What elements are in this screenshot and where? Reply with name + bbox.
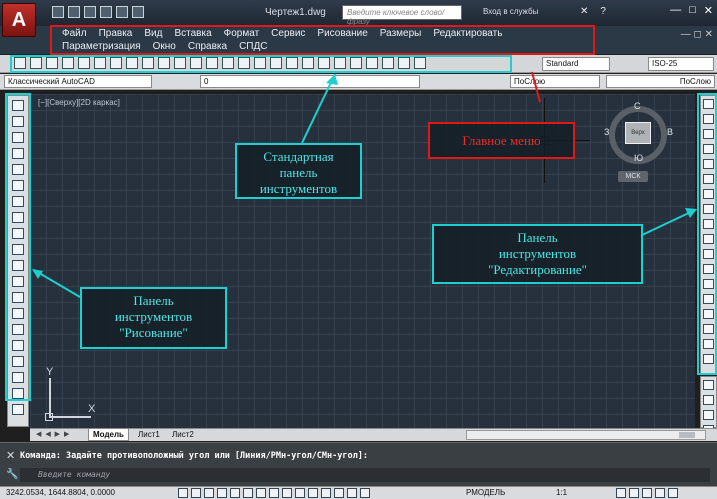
grid-icon[interactable] xyxy=(204,488,214,498)
callout-modify-line3: "Редактирование" xyxy=(488,262,587,277)
hardware-accel-icon[interactable] xyxy=(642,488,652,498)
lock-icon[interactable] xyxy=(629,488,639,498)
infer-constraints-icon[interactable] xyxy=(178,488,188,498)
snap-icon[interactable] xyxy=(191,488,201,498)
callout-standard-line2: панель xyxy=(279,165,318,180)
callout-standard-line1: Стандартная xyxy=(263,149,334,164)
status-right-tools xyxy=(616,488,678,498)
tab-navigation[interactable]: ◀ ◀ ▶ ▶ xyxy=(36,430,70,438)
callout-modify-line1: Панель xyxy=(517,230,558,245)
layout-tabs-bar: ◀ ◀ ▶ ▶ Модель Лист1 Лист2 xyxy=(30,428,717,441)
tab-sheet1[interactable]: Лист1 xyxy=(134,429,164,441)
annotation-monitor-icon[interactable] xyxy=(360,488,370,498)
isolate-objects-icon[interactable] xyxy=(655,488,665,498)
command-close-icon[interactable]: ✕ xyxy=(6,449,15,462)
command-line-window: ✕ Команда: Задайте противоположный угол … xyxy=(0,442,717,486)
clean-screen-icon[interactable] xyxy=(668,488,678,498)
callout-modify-line2: инструментов xyxy=(498,246,577,261)
model-space-toggle[interactable]: РМОДЕЛЬ xyxy=(466,488,505,497)
tab-model[interactable]: Модель xyxy=(88,429,129,441)
otrack-icon[interactable] xyxy=(269,488,279,498)
ducs-icon[interactable] xyxy=(282,488,292,498)
transparency-icon[interactable] xyxy=(321,488,331,498)
callout-modify-toolbar: Панель инструментов "Редактирование" xyxy=(432,224,643,284)
callout-standard-line3: инструментов xyxy=(259,181,338,196)
dyn-icon[interactable] xyxy=(295,488,305,498)
tab-sheet2[interactable]: Лист2 xyxy=(168,429,198,441)
3d-osnap-icon[interactable] xyxy=(256,488,266,498)
command-history: Команда: Задайте противоположный угол ил… xyxy=(20,451,368,461)
command-customize-icon[interactable]: 🔧 xyxy=(6,469,18,480)
annotation-scale[interactable]: 1:1 xyxy=(556,488,567,497)
selection-cycling-icon[interactable] xyxy=(347,488,357,498)
osnap-icon[interactable] xyxy=(243,488,253,498)
polar-icon[interactable] xyxy=(230,488,240,498)
horizontal-scrollbar[interactable] xyxy=(466,430,706,440)
callout-draw-line2: инструментов xyxy=(114,309,193,324)
coordinates-readout[interactable]: 3242.0534, 1644.8804, 0.0000 xyxy=(6,488,115,497)
callout-draw-line3: "Рисование" xyxy=(119,325,188,340)
callout-standard-toolbar: Стандартная панель инструментов xyxy=(235,143,362,199)
ortho-icon[interactable] xyxy=(217,488,227,498)
callout-draw-toolbar: Панель инструментов "Рисование" xyxy=(80,287,227,349)
lineweight-icon[interactable] xyxy=(308,488,318,498)
application-menu-button[interactable]: A xyxy=(2,3,36,37)
workspace-switch-icon[interactable] xyxy=(616,488,626,498)
scrollbar-thumb[interactable] xyxy=(679,432,695,438)
callout-main-menu: Главное меню xyxy=(428,122,575,159)
status-bar: 3242.0534, 1644.8804, 0.0000 РМОДЕЛЬ 1:1 xyxy=(0,486,717,499)
callout-draw-line1: Панель xyxy=(133,293,174,308)
drafting-settings xyxy=(178,488,370,498)
quick-properties-icon[interactable] xyxy=(334,488,344,498)
command-input[interactable]: Введите команду xyxy=(20,468,710,482)
